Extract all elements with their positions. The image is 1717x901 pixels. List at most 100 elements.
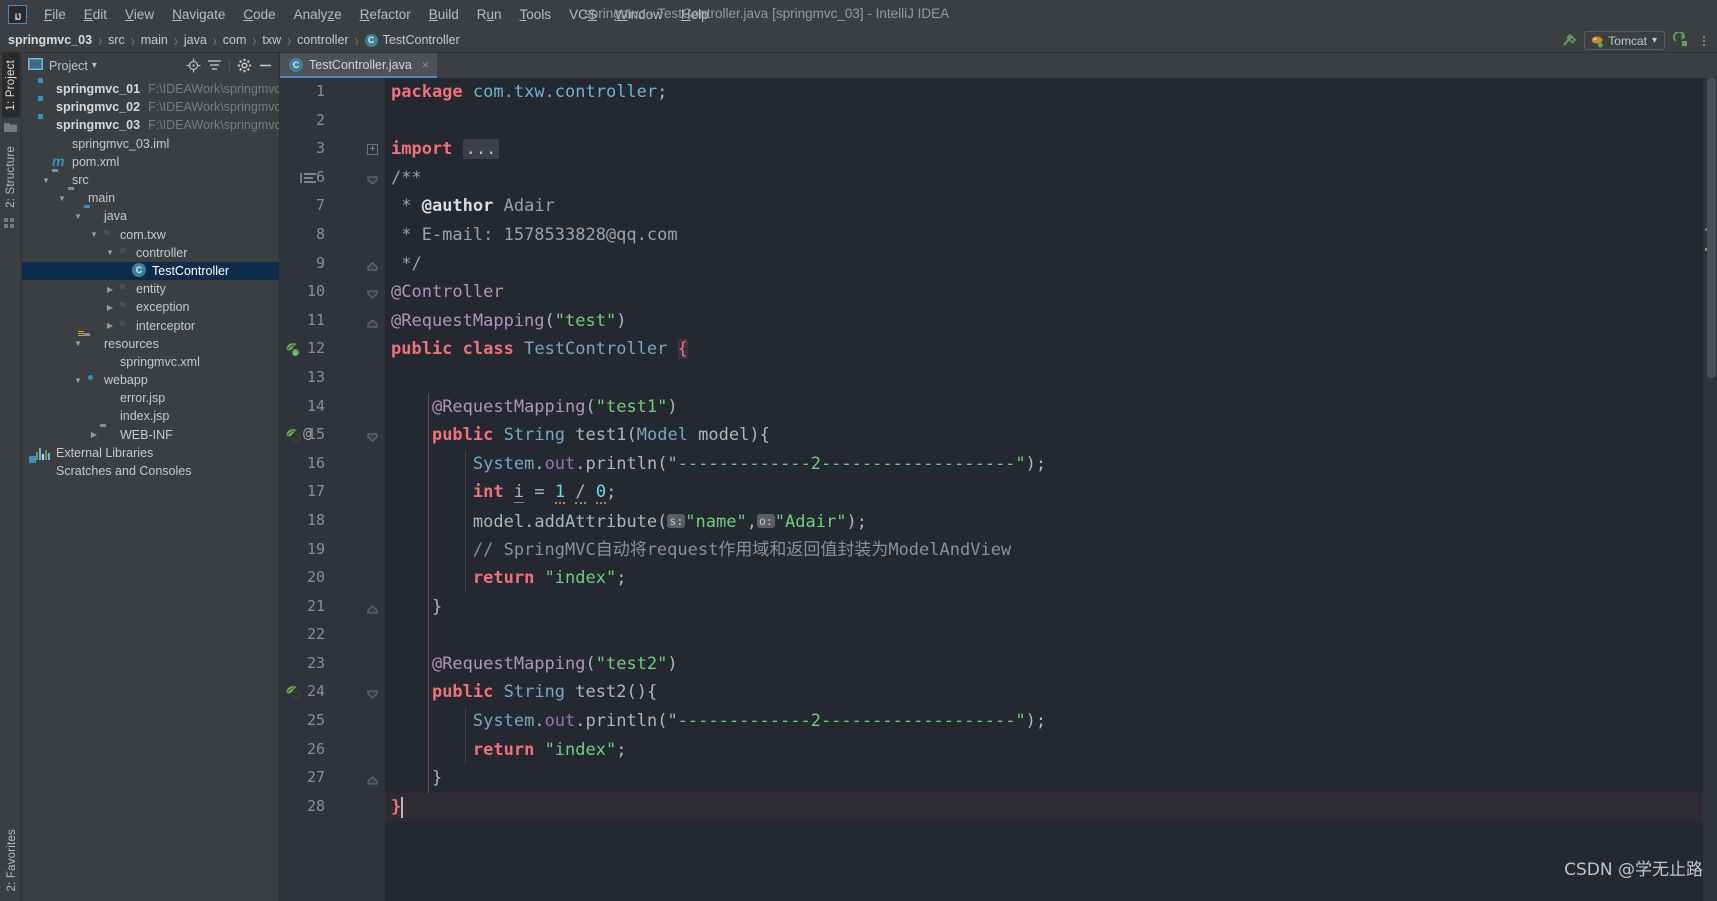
chevron-down-icon[interactable]: ▼ (88, 229, 100, 241)
breadcrumb-item-txw[interactable]: txw (262, 33, 281, 47)
chevron-down-icon[interactable]: ▼ (104, 247, 116, 259)
gutter-row[interactable]: 7 (280, 192, 385, 221)
breadcrumb-item-com[interactable]: com (223, 33, 247, 47)
tree-node-springmvc-02[interactable]: springmvc_02 F:\IDEAWork\springmvc\spring (22, 98, 279, 116)
tree-node-com-txw[interactable]: ▼ com.txw (22, 226, 279, 244)
code-line-7[interactable]: * @author Adair (385, 192, 1703, 221)
code-line-1[interactable]: package com.txw.controller; (385, 78, 1703, 107)
chevron-down-icon[interactable]: ▼ (72, 338, 84, 350)
menu-build[interactable]: Build (420, 3, 468, 26)
menu-run[interactable]: Run (468, 3, 511, 26)
breadcrumb-item-class[interactable]: TestController (383, 33, 460, 47)
gutter-row[interactable]: 3 + (280, 135, 385, 164)
code-line-23[interactable]: @RequestMapping("test2") (385, 649, 1703, 679)
structure-strip-icon[interactable] (4, 217, 17, 232)
code-line-11[interactable]: @RequestMapping("test") (385, 307, 1703, 336)
fold-end-icon[interactable] (367, 602, 378, 614)
tree-node-index-jsp[interactable]: JSP index.jsp (22, 407, 279, 425)
breadcrumb-item-springmvc-03[interactable]: springmvc_03 (8, 33, 92, 47)
code-line-26[interactable]: return "index"; (385, 735, 1703, 765)
editor-markup-scrollbar[interactable] (1703, 78, 1717, 901)
tree-node-resources[interactable]: ▼ resources (22, 335, 279, 353)
code-line-6[interactable]: /** (385, 164, 1703, 193)
code-line-18[interactable]: model.addAttribute(s: "name", o: "Adair"); (385, 506, 1703, 536)
gutter-row[interactable]: 23 (280, 650, 385, 679)
chevron-down-icon[interactable]: ▾ (1652, 35, 1657, 46)
code-line-25[interactable]: System.out.println("-------------2------… (385, 707, 1703, 736)
code-line-9[interactable]: */ (385, 250, 1703, 279)
menu-analyze[interactable]: Analyze (285, 3, 351, 26)
folder-strip-icon[interactable] (4, 121, 17, 136)
chevron-down-icon[interactable]: ▼ (56, 192, 68, 204)
fold-collapse-icon[interactable] (367, 687, 378, 700)
tree-node-springmvc-xml[interactable]: springmvc.xml (22, 353, 279, 371)
gutter-row[interactable]: 24 (280, 678, 385, 707)
gutter-row[interactable]: 17 (280, 478, 385, 507)
code-line-12[interactable]: public class TestController { (385, 335, 1703, 364)
tree-node-main[interactable]: ▼ main (22, 189, 279, 207)
tree-node-springmvc-01[interactable]: springmvc_01 F:\IDEAWork\springmvc\spring (22, 80, 279, 98)
code-line-14[interactable]: @RequestMapping("test1") (385, 392, 1703, 422)
code-line-22[interactable] (385, 621, 1703, 650)
code-line-24[interactable]: public String test2(){ (385, 678, 1703, 708)
gutter-row[interactable]: 20 (280, 564, 385, 593)
tree-node-entity[interactable]: ▶ entity (22, 280, 279, 298)
gutter-row[interactable]: 12 c (280, 335, 385, 364)
hammer-icon[interactable] (1560, 32, 1578, 50)
fold-collapse-icon[interactable] (367, 287, 378, 299)
code-content[interactable]: package com.txw.controller; import .../**… (385, 78, 1703, 901)
code-line-20[interactable]: return "index"; (385, 564, 1703, 593)
tool-tab-favorites[interactable]: 2: Favorites (3, 822, 21, 898)
gutter-row[interactable]: 28 (280, 793, 385, 822)
gutter-row[interactable]: 19 (280, 536, 385, 565)
chevron-right-icon[interactable]: ▶ (104, 283, 116, 295)
fold-end-icon[interactable] (367, 259, 378, 271)
menu-edit[interactable]: Edit (75, 3, 116, 26)
chevron-right-icon[interactable]: ▶ (104, 320, 116, 332)
tree-node-interceptor[interactable]: ▶ interceptor (22, 316, 279, 334)
collapse-all-icon[interactable] (205, 56, 224, 75)
code-line-21[interactable]: } (385, 592, 1703, 622)
more-vertical-icon[interactable] (1695, 32, 1713, 50)
chevron-down-icon[interactable]: ▾ (92, 60, 97, 71)
gear-icon[interactable] (235, 56, 254, 75)
rerun-icon[interactable] (1671, 32, 1689, 50)
gutter-row[interactable]: 16 (280, 450, 385, 479)
menu-file[interactable]: File (35, 3, 75, 26)
spring-bean-icon[interactable]: c (284, 341, 300, 357)
locate-icon[interactable] (184, 56, 203, 75)
code-line-2[interactable] (385, 107, 1703, 136)
menu-navigate[interactable]: Navigate (163, 3, 234, 26)
fold-end-icon[interactable] (367, 773, 378, 785)
tree-node-error-jsp[interactable]: JSP error.jsp (22, 389, 279, 407)
code-line-15[interactable]: public String test1(Model model){ (385, 421, 1703, 450)
close-icon[interactable]: × (422, 58, 429, 72)
tree-node-webapp[interactable]: ▼ webapp (22, 371, 279, 389)
tool-tab-project[interactable]: 1: Project (1, 53, 20, 118)
code-line-27[interactable]: } (385, 764, 1703, 793)
code-line-13[interactable] (385, 364, 1703, 393)
code-line-17[interactable]: int i = 1 / 0; (385, 478, 1703, 507)
tree-node-springmvc-03-iml[interactable]: springmvc_03.iml (22, 135, 279, 153)
tree-node-external-libraries[interactable]: External Libraries (22, 444, 279, 462)
code-line-16[interactable]: System.out.println("-------------2------… (385, 449, 1703, 479)
gutter-row[interactable]: 2 (280, 107, 385, 136)
tree-node-pom-xml[interactable]: m pom.xml (22, 153, 279, 171)
code-line-10[interactable]: @Controller (385, 278, 1703, 307)
gutter-row[interactable]: 25 (280, 707, 385, 736)
editor-tab-testcontroller[interactable]: C TestController.java × (280, 53, 437, 78)
chevron-down-icon[interactable]: ▼ (72, 210, 84, 222)
tool-tab-structure[interactable]: 2: Structure (2, 139, 20, 215)
hide-panel-icon[interactable] (256, 56, 275, 75)
menu-refactor[interactable]: Refactor (351, 3, 420, 26)
menu-code[interactable]: Code (234, 3, 284, 26)
breadcrumb-item-controller[interactable]: controller (297, 33, 348, 47)
chevron-right-icon[interactable]: ▶ (88, 429, 100, 441)
chevron-right-icon[interactable]: ▶ (104, 301, 116, 313)
gutter-row[interactable]: 9 (280, 250, 385, 279)
tree-node-controller[interactable]: ▼ controller (22, 244, 279, 262)
fold-collapse-icon[interactable] (367, 173, 378, 185)
fold-end-icon[interactable] (367, 316, 378, 328)
tree-node-src[interactable]: ▼ src (22, 171, 279, 189)
chevron-down-icon[interactable]: ▼ (72, 374, 84, 386)
